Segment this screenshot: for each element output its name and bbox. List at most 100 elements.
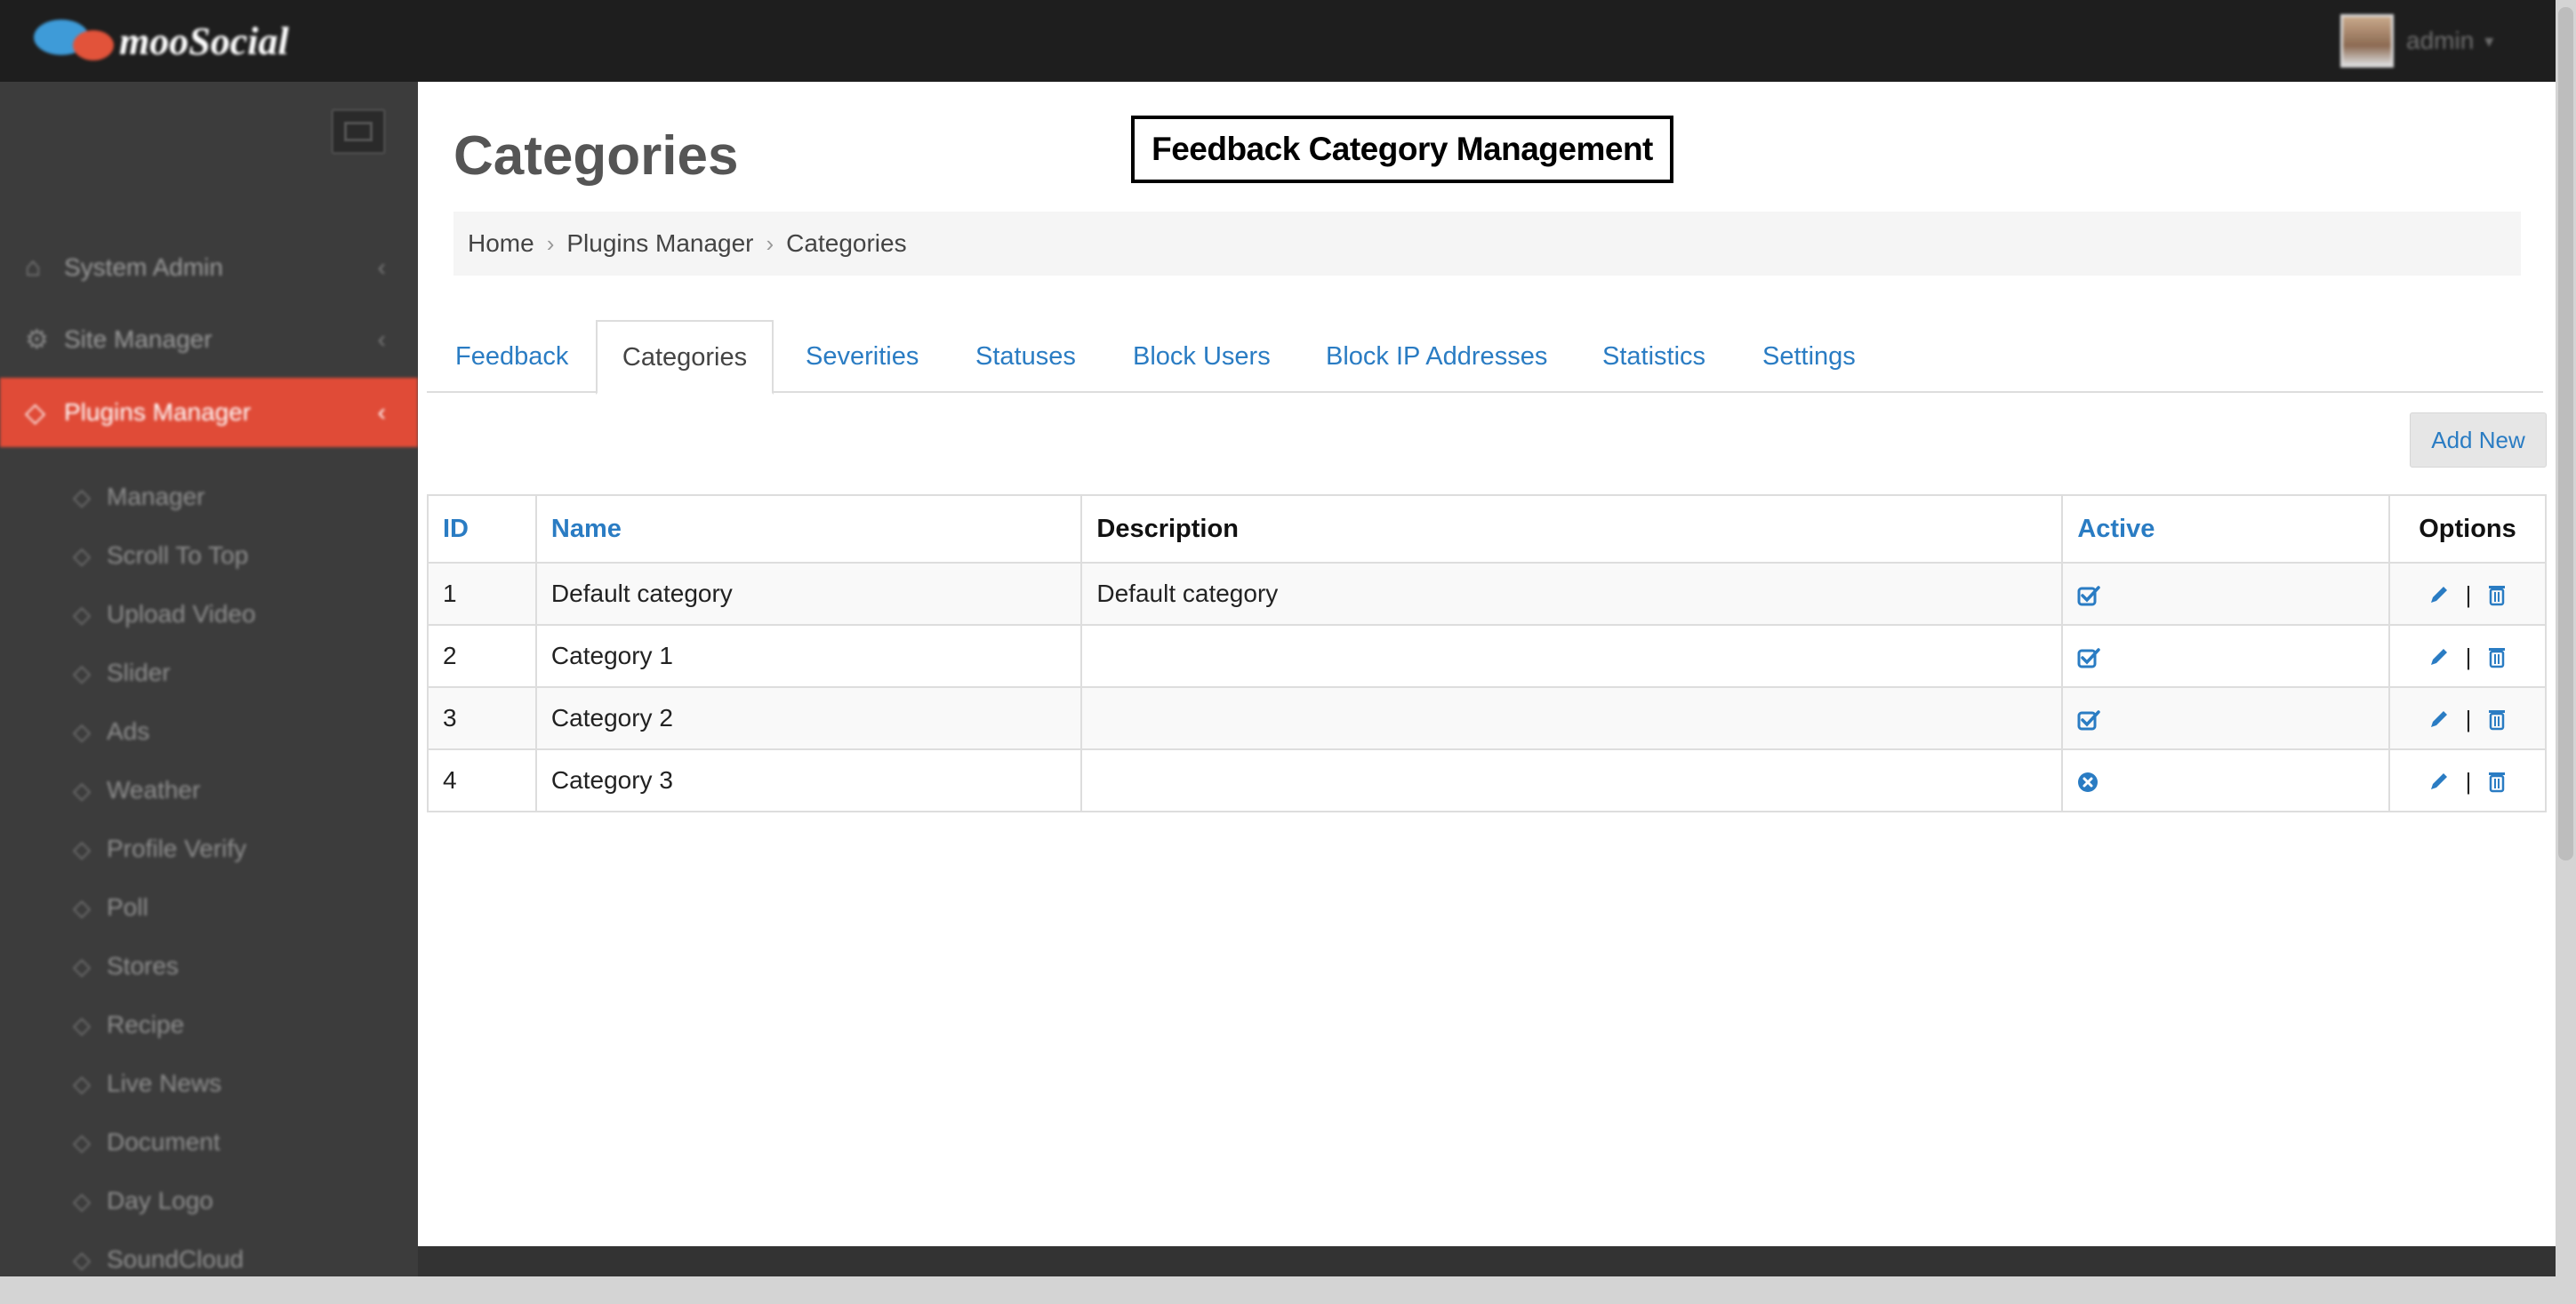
sidebar-subitem-label: Live News — [107, 1069, 222, 1097]
option-separator: | — [2465, 643, 2472, 670]
cell-description — [1080, 624, 2064, 688]
tab-severities[interactable]: Severities — [806, 320, 919, 393]
tab-block-ip-addresses[interactable]: Block IP Addresses — [1326, 320, 1547, 393]
brand-logo[interactable]: mooSocial — [34, 16, 289, 66]
sidebar-subitem-ads[interactable]: ◇ Ads — [73, 709, 149, 754]
tag-icon: ◇ — [73, 659, 91, 686]
add-new-button[interactable]: Add New — [2410, 412, 2547, 468]
home-icon: ⌂ — [25, 252, 42, 282]
tab-categories[interactable]: Categories — [596, 320, 774, 395]
user-menu[interactable]: admin ▾ — [2340, 14, 2493, 68]
sidebar-subitem-day-logo[interactable]: ◇ Day Logo — [73, 1179, 213, 1223]
sidebar-subitem-slider[interactable]: ◇ Slider — [73, 651, 171, 695]
tag-icon: ◇ — [73, 1187, 91, 1214]
tag-icon: ◇ — [73, 541, 91, 569]
cogs-icon: ⚙ — [25, 324, 49, 355]
cell-description — [1080, 686, 2064, 750]
sidebar-item-label: Plugins Manager — [64, 398, 252, 426]
horizontal-scrollbar[interactable] — [0, 1276, 2576, 1304]
breadcrumb-categories: Categories — [786, 229, 907, 257]
tab-block-users[interactable]: Block Users — [1133, 320, 1271, 393]
chevron-right-icon: › — [766, 229, 774, 257]
sidebar-subitem-label: Document — [107, 1128, 221, 1156]
edit-pencil-icon[interactable] — [2428, 584, 2450, 605]
column-header-active[interactable]: Active — [2061, 494, 2391, 564]
sidebar-subitem-label: Recipe — [107, 1011, 185, 1038]
sidebar-subitem-document[interactable]: ◇ Document — [73, 1120, 221, 1164]
trash-icon[interactable] — [2487, 708, 2507, 731]
sidebar-toggle-button[interactable] — [331, 108, 386, 155]
top-bar: mooSocial admin ▾ — [0, 0, 2556, 82]
chat-bubbles-icon — [34, 16, 114, 66]
sidebar-subitem-recipe[interactable]: ◇ Recipe — [73, 1003, 184, 1047]
cell-active — [2061, 624, 2391, 688]
trash-icon[interactable] — [2487, 770, 2507, 793]
sidebar-subitem-scroll-to-top[interactable]: ◇ Scroll To Top — [73, 533, 248, 578]
column-header-name[interactable]: Name — [534, 494, 1083, 564]
user-name: admin — [2406, 27, 2475, 54]
sidebar-subitem-soundcloud[interactable]: ◇ SoundCloud — [73, 1237, 244, 1282]
tab-settings[interactable]: Settings — [1762, 320, 1856, 393]
cell-description: Default category — [1080, 562, 2064, 626]
breadcrumb-home[interactable]: Home — [468, 229, 534, 258]
chevron-left-icon: ‹ — [377, 398, 386, 426]
table-row: 4 Category 3 | — [427, 748, 2547, 812]
check-square-icon[interactable] — [2077, 709, 2101, 731]
cell-id: 3 — [427, 686, 537, 750]
trash-icon[interactable] — [2487, 645, 2507, 668]
sidebar-subitem-stores[interactable]: ◇ Stores — [73, 944, 179, 988]
chevron-left-icon: ‹ — [377, 325, 386, 353]
cell-options: | — [2388, 562, 2547, 626]
cell-options: | — [2388, 686, 2547, 750]
tag-icon: ◇ — [73, 717, 91, 745]
sidebar: ⌂ System Admin ‹ ⚙ Site Manager ‹ ◇ Plug… — [0, 82, 418, 1304]
avatar[interactable] — [2340, 14, 2394, 68]
sidebar-item-label: System Admin — [64, 253, 223, 281]
trash-icon[interactable] — [2487, 583, 2507, 606]
cell-name: Default category — [534, 562, 1083, 626]
sidebar-item-system-admin[interactable]: ⌂ System Admin ‹ — [0, 233, 418, 302]
sidebar-subitem-profile-verify[interactable]: ◇ Profile Verify — [73, 827, 246, 871]
sidebar-item-plugins-manager[interactable]: ◇ Plugins Manager ‹ — [0, 378, 418, 447]
sidebar-item-label: Site Manager — [64, 325, 213, 353]
sidebar-subitem-label: Upload Video — [107, 600, 256, 628]
column-header-id[interactable]: ID — [427, 494, 537, 564]
edit-pencil-icon[interactable] — [2428, 646, 2450, 668]
sidebar-subitem-weather[interactable]: ◇ Weather — [73, 768, 200, 812]
tab-statistics[interactable]: Statistics — [1602, 320, 1705, 393]
sidebar-subitem-label: SoundCloud — [107, 1245, 245, 1273]
sidebar-subitem-label: Profile Verify — [107, 835, 247, 862]
cell-active — [2061, 748, 2391, 812]
tag-icon: ◇ — [73, 1011, 91, 1038]
table-row: 3 Category 2 | — [427, 686, 2547, 750]
times-circle-icon[interactable] — [2077, 772, 2099, 793]
tag-icon: ◇ — [73, 600, 91, 628]
check-square-icon[interactable] — [2077, 647, 2101, 668]
page-label: Feedback Category Management — [1131, 116, 1673, 183]
tab-feedback[interactable]: Feedback — [455, 320, 568, 393]
column-header-description: Description — [1080, 494, 2064, 564]
sidebar-item-site-manager[interactable]: ⚙ Site Manager ‹ — [0, 305, 418, 374]
vertical-scrollbar-thumb[interactable] — [2558, 7, 2573, 860]
sidebar-subitem-label: Stores — [107, 952, 179, 980]
tag-icon: ◇ — [73, 483, 91, 510]
tab-bar: Feedback Categories Severities Statuses … — [427, 320, 2543, 395]
sidebar-subitem-poll[interactable]: ◇ Poll — [73, 885, 148, 930]
chevron-down-icon: ▾ — [2484, 31, 2494, 52]
edit-pencil-icon[interactable] — [2428, 771, 2450, 792]
main-content: Categories Feedback Category Management … — [418, 82, 2556, 1246]
chevron-left-icon: ‹ — [377, 253, 386, 281]
edit-pencil-icon[interactable] — [2428, 708, 2450, 730]
cell-name: Category 1 — [534, 624, 1083, 688]
check-square-icon[interactable] — [2077, 585, 2101, 606]
tab-statuses[interactable]: Statuses — [975, 320, 1076, 393]
breadcrumb-plugins-manager[interactable]: Plugins Manager — [566, 229, 753, 258]
cell-name: Category 3 — [534, 748, 1083, 812]
sidebar-subitem-upload-video[interactable]: ◇ Upload Video — [73, 592, 256, 636]
option-separator: | — [2465, 767, 2472, 795]
sidebar-subitem-live-news[interactable]: ◇ Live News — [73, 1061, 221, 1106]
tag-icon: ◇ — [25, 397, 46, 428]
tag-icon: ◇ — [73, 952, 91, 980]
cell-description — [1080, 748, 2064, 812]
sidebar-subitem-manager[interactable]: ◇ Manager — [73, 475, 205, 519]
